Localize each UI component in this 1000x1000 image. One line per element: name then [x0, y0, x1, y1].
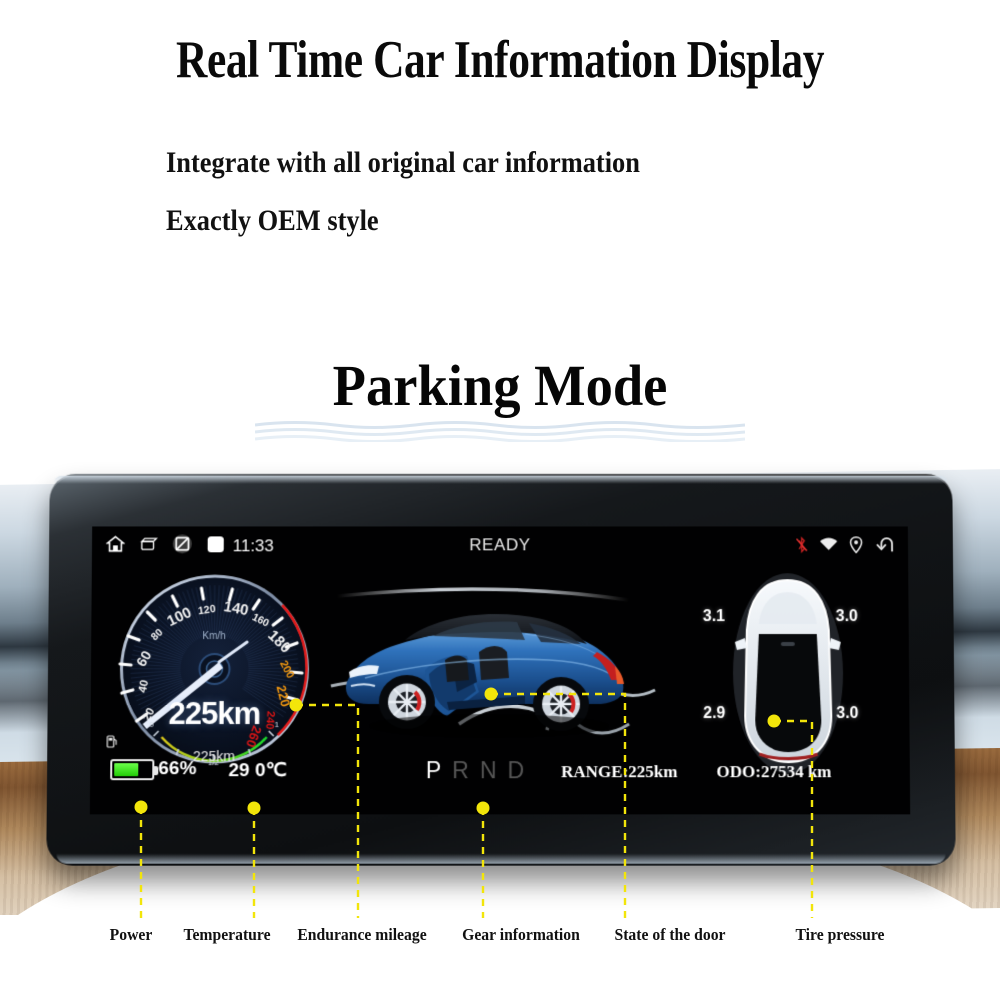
tire-pressure-front-left: 3.1	[702, 608, 726, 626]
gear-p: P	[425, 757, 442, 784]
caption-row: Power Temperature Endurance mileage Gear…	[0, 925, 1000, 955]
caption-tire-pressure: Tire pressure	[795, 925, 885, 944]
instrument-cluster-screen[interactable]: 11:33 READY 20 40 60 80 100 120 140 160 …	[89, 526, 911, 815]
tire-pressure-front-right: 3.0	[835, 608, 858, 626]
battery-fill	[114, 762, 139, 776]
page-title: Real Time Car Information Display	[175, 31, 825, 89]
odometer-label: ODO:27534 km	[716, 762, 832, 782]
wifi-icon[interactable]	[819, 537, 838, 557]
mode-title: Parking Mode	[332, 353, 668, 418]
tire-pressure-rear-left: 2.9	[703, 705, 726, 723]
status-data-row: 66% 29 0℃ P R N D RANGE:225km ODO:27534 …	[90, 757, 910, 788]
bluetooth-icon[interactable]	[795, 536, 808, 558]
caption-endurance-mileage: Endurance mileage	[297, 925, 427, 944]
back-icon[interactable]	[874, 537, 894, 558]
gear-n: N	[479, 757, 497, 784]
gear-d: D	[507, 757, 525, 784]
subheading-1: Integrate with all original car informat…	[166, 146, 640, 179]
vehicle-3d-render	[329, 574, 660, 774]
gear-r: R	[452, 757, 469, 784]
caption-state-of-the-door: State of the door	[614, 925, 726, 944]
tire-pressure-monitor: 3.1 3.0 2.9 3.0	[681, 568, 897, 778]
mode-title-wrap: Parking Mode	[0, 352, 1000, 419]
subheading-2: Exactly OEM style	[166, 204, 379, 237]
status-bar: 11:33 READY	[92, 526, 908, 566]
battery-icon	[110, 758, 155, 780]
bezel-bottom-highlight	[56, 853, 946, 864]
head-unit-device: 11:33 READY 20 40 60 80 100 120 140 160 …	[46, 473, 956, 866]
power-indicator: 66%	[110, 758, 196, 780]
range-label: RANGE:225km	[561, 762, 678, 782]
location-icon[interactable]	[849, 536, 863, 558]
battery-percent-label: 66%	[158, 758, 197, 780]
ready-status-text: READY	[469, 535, 531, 555]
subheading-block: Integrate with all original car informat…	[166, 148, 926, 236]
caption-power: Power	[109, 925, 153, 944]
svg-text:Km/h: Km/h	[202, 631, 225, 642]
car-interior-scene: 11:33 READY 20 40 60 80 100 120 140 160 …	[0, 455, 1000, 915]
caption-temperature: Temperature	[183, 925, 271, 944]
temperature-label: 29 0℃	[228, 760, 287, 782]
status-bar-right-icons	[795, 536, 894, 558]
speedometer-gauge: 20 40 60 80 100 120 140 160 180 200 220	[106, 569, 322, 784]
gear-indicator: P R N D	[426, 757, 524, 784]
fuel-pump-icon	[106, 735, 117, 748]
wave-underline-decoration	[255, 421, 745, 442]
endurance-mileage-value: 225km	[168, 696, 261, 732]
tire-pressure-rear-right: 3.0	[836, 705, 859, 723]
caption-gear-information: Gear information	[462, 925, 580, 944]
